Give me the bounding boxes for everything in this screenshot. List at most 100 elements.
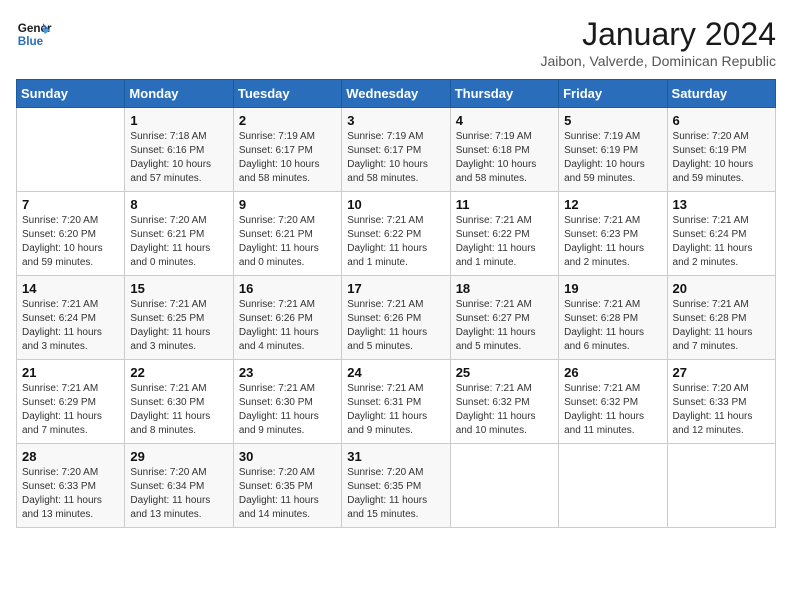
calendar-cell: 20Sunrise: 7:21 AM Sunset: 6:28 PM Dayli… xyxy=(667,276,775,360)
day-number: 13 xyxy=(673,197,770,212)
day-number: 29 xyxy=(130,449,227,464)
day-info: Sunrise: 7:20 AM Sunset: 6:19 PM Dayligh… xyxy=(673,130,770,186)
day-info: Sunrise: 7:21 AM Sunset: 6:30 PM Dayligh… xyxy=(239,382,336,438)
day-number: 21 xyxy=(22,365,119,380)
week-row-3: 14 Sunrise: 7:21 AM Sunset: 6:24 PM Dayli… xyxy=(17,276,776,360)
calendar-cell: 5 Sunrise: 7:19 AM Sunset: 6:19 PM Daylig… xyxy=(559,108,667,192)
day-number: 18 xyxy=(456,281,553,296)
day-number: 14 xyxy=(22,281,119,296)
calendar-cell: 29 Sunrise: 7:20 AM Sunset: 6:34 PM Dayli… xyxy=(125,444,233,528)
calendar-cell: 31 Sunrise: 7:20 AM Sunset: 6:35 PM Dayli… xyxy=(342,444,450,528)
calendar-cell: 14 Sunrise: 7:21 AM Sunset: 6:24 PM Dayli… xyxy=(17,276,125,360)
day-header-wednesday: Wednesday xyxy=(342,80,450,108)
week-row-2: 7 Sunrise: 7:20 AM Sunset: 6:20 PM Daylig… xyxy=(17,192,776,276)
day-info: Sunrise: 7:21 AM Sunset: 6:23 PM Dayligh… xyxy=(564,214,661,270)
title-block: January 2024 Jaibon, Valverde, Dominican… xyxy=(540,16,776,69)
day-number: 19 xyxy=(564,281,661,296)
calendar-cell xyxy=(450,444,558,528)
day-number: 9 xyxy=(239,197,336,212)
day-number: 23 xyxy=(239,365,336,380)
day-number: 24 xyxy=(347,365,444,380)
day-info: Sunrise: 7:21 AM Sunset: 6:24 PM Dayligh… xyxy=(673,214,770,270)
calendar-cell: 26 Sunrise: 7:21 AM Sunset: 6:32 PM Dayli… xyxy=(559,360,667,444)
day-header-tuesday: Tuesday xyxy=(233,80,341,108)
day-info: Sunrise: 7:20 AM Sunset: 6:20 PM Dayligh… xyxy=(22,214,119,270)
day-info: Sunrise: 7:20 AM Sunset: 6:34 PM Dayligh… xyxy=(130,466,227,522)
day-number: 26 xyxy=(564,365,661,380)
calendar-table: SundayMondayTuesdayWednesdayThursdayFrid… xyxy=(16,79,776,528)
day-info: Sunrise: 7:21 AM Sunset: 6:27 PM Dayligh… xyxy=(456,298,553,354)
day-info: Sunrise: 7:21 AM Sunset: 6:22 PM Dayligh… xyxy=(347,214,444,270)
calendar-cell xyxy=(17,108,125,192)
calendar-cell: 23 Sunrise: 7:21 AM Sunset: 6:30 PM Dayli… xyxy=(233,360,341,444)
calendar-cell: 7 Sunrise: 7:20 AM Sunset: 6:20 PM Daylig… xyxy=(17,192,125,276)
week-row-5: 28 Sunrise: 7:20 AM Sunset: 6:33 PM Dayli… xyxy=(17,444,776,528)
logo-icon: General Blue xyxy=(16,16,52,52)
day-number: 22 xyxy=(130,365,227,380)
day-info: Sunrise: 7:20 AM Sunset: 6:33 PM Dayligh… xyxy=(22,466,119,522)
calendar-cell: 9 Sunrise: 7:20 AM Sunset: 6:21 PM Daylig… xyxy=(233,192,341,276)
day-info: Sunrise: 7:21 AM Sunset: 6:32 PM Dayligh… xyxy=(564,382,661,438)
day-number: 30 xyxy=(239,449,336,464)
day-number: 16 xyxy=(239,281,336,296)
day-header-thursday: Thursday xyxy=(450,80,558,108)
calendar-cell: 27 Sunrise: 7:20 AM Sunset: 6:33 PM Dayli… xyxy=(667,360,775,444)
calendar-cell: 30 Sunrise: 7:20 AM Sunset: 6:35 PM Dayli… xyxy=(233,444,341,528)
calendar-cell: 12Sunrise: 7:21 AM Sunset: 6:23 PM Dayli… xyxy=(559,192,667,276)
calendar-cell: 13 Sunrise: 7:21 AM Sunset: 6:24 PM Dayli… xyxy=(667,192,775,276)
day-info: Sunrise: 7:21 AM Sunset: 6:26 PM Dayligh… xyxy=(239,298,336,354)
day-info: Sunrise: 7:20 AM Sunset: 6:35 PM Dayligh… xyxy=(239,466,336,522)
day-info: Sunrise: 7:21 AM Sunset: 6:29 PM Dayligh… xyxy=(22,382,119,438)
calendar-cell: 2Sunrise: 7:19 AM Sunset: 6:17 PM Daylig… xyxy=(233,108,341,192)
day-info: Sunrise: 7:19 AM Sunset: 6:17 PM Dayligh… xyxy=(239,130,336,186)
calendar-cell: 19Sunrise: 7:21 AM Sunset: 6:28 PM Dayli… xyxy=(559,276,667,360)
month-title: January 2024 xyxy=(540,16,776,53)
calendar-cell: 4Sunrise: 7:19 AM Sunset: 6:18 PM Daylig… xyxy=(450,108,558,192)
calendar-cell: 8 Sunrise: 7:20 AM Sunset: 6:21 PM Daylig… xyxy=(125,192,233,276)
day-number: 7 xyxy=(22,197,119,212)
day-info: Sunrise: 7:20 AM Sunset: 6:21 PM Dayligh… xyxy=(239,214,336,270)
calendar-cell xyxy=(559,444,667,528)
location-subtitle: Jaibon, Valverde, Dominican Republic xyxy=(540,53,776,69)
calendar-cell: 11Sunrise: 7:21 AM Sunset: 6:22 PM Dayli… xyxy=(450,192,558,276)
day-header-sunday: Sunday xyxy=(17,80,125,108)
day-info: Sunrise: 7:20 AM Sunset: 6:21 PM Dayligh… xyxy=(130,214,227,270)
calendar-cell: 17 Sunrise: 7:21 AM Sunset: 6:26 PM Dayli… xyxy=(342,276,450,360)
calendar-cell xyxy=(667,444,775,528)
calendar-cell: 15 Sunrise: 7:21 AM Sunset: 6:25 PM Dayli… xyxy=(125,276,233,360)
day-header-friday: Friday xyxy=(559,80,667,108)
day-number: 17 xyxy=(347,281,444,296)
week-row-1: 1 Sunrise: 7:18 AM Sunset: 6:16 PM Daylig… xyxy=(17,108,776,192)
day-number: 8 xyxy=(130,197,227,212)
day-number: 28 xyxy=(22,449,119,464)
day-number: 31 xyxy=(347,449,444,464)
day-number: 1 xyxy=(130,113,227,128)
day-info: Sunrise: 7:21 AM Sunset: 6:26 PM Dayligh… xyxy=(347,298,444,354)
day-info: Sunrise: 7:21 AM Sunset: 6:24 PM Dayligh… xyxy=(22,298,119,354)
day-number: 5 xyxy=(564,113,661,128)
calendar-cell: 16 Sunrise: 7:21 AM Sunset: 6:26 PM Dayli… xyxy=(233,276,341,360)
calendar-cell: 25 Sunrise: 7:21 AM Sunset: 6:32 PM Dayli… xyxy=(450,360,558,444)
week-row-4: 21 Sunrise: 7:21 AM Sunset: 6:29 PM Dayli… xyxy=(17,360,776,444)
day-number: 10 xyxy=(347,197,444,212)
day-number: 25 xyxy=(456,365,553,380)
days-header-row: SundayMondayTuesdayWednesdayThursdayFrid… xyxy=(17,80,776,108)
calendar-cell: 18 Sunrise: 7:21 AM Sunset: 6:27 PM Dayli… xyxy=(450,276,558,360)
calendar-cell: 28 Sunrise: 7:20 AM Sunset: 6:33 PM Dayli… xyxy=(17,444,125,528)
calendar-cell: 22Sunrise: 7:21 AM Sunset: 6:30 PM Dayli… xyxy=(125,360,233,444)
day-info: Sunrise: 7:21 AM Sunset: 6:22 PM Dayligh… xyxy=(456,214,553,270)
day-info: Sunrise: 7:21 AM Sunset: 6:32 PM Dayligh… xyxy=(456,382,553,438)
day-number: 6 xyxy=(673,113,770,128)
logo: General Blue xyxy=(16,16,52,52)
calendar-cell: 6 Sunrise: 7:20 AM Sunset: 6:19 PM Daylig… xyxy=(667,108,775,192)
day-info: Sunrise: 7:20 AM Sunset: 6:35 PM Dayligh… xyxy=(347,466,444,522)
calendar-cell: 24Sunrise: 7:21 AM Sunset: 6:31 PM Dayli… xyxy=(342,360,450,444)
page-header: General Blue January 2024 Jaibon, Valver… xyxy=(16,16,776,69)
day-info: Sunrise: 7:20 AM Sunset: 6:33 PM Dayligh… xyxy=(673,382,770,438)
day-info: Sunrise: 7:19 AM Sunset: 6:18 PM Dayligh… xyxy=(456,130,553,186)
day-number: 15 xyxy=(130,281,227,296)
day-info: Sunrise: 7:21 AM Sunset: 6:25 PM Dayligh… xyxy=(130,298,227,354)
day-info: Sunrise: 7:18 AM Sunset: 6:16 PM Dayligh… xyxy=(130,130,227,186)
day-info: Sunrise: 7:19 AM Sunset: 6:19 PM Dayligh… xyxy=(564,130,661,186)
day-number: 27 xyxy=(673,365,770,380)
